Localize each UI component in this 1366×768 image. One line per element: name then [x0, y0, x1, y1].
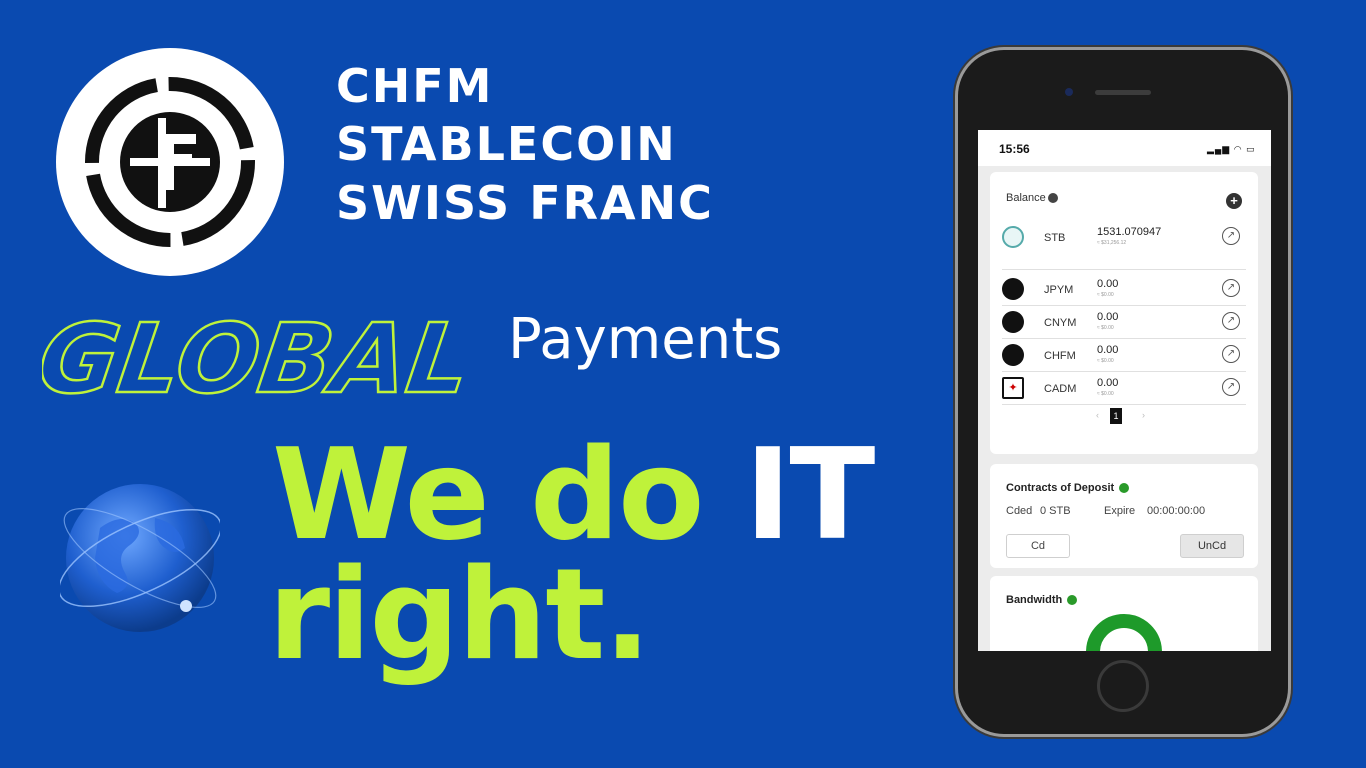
- token-fiat: ≈ $0.00: [1097, 292, 1114, 298]
- stb-coin-icon: [1002, 226, 1024, 248]
- expire-label: Expire: [1104, 505, 1136, 517]
- right-text: right.: [268, 541, 651, 688]
- it-text: IT: [744, 421, 875, 568]
- transfer-icon[interactable]: ↗: [1222, 279, 1240, 297]
- current-page[interactable]: 1: [1110, 408, 1122, 424]
- status-bar: 15:56 ▂▄▆ ◠ ▭: [978, 130, 1271, 166]
- token-symbol: CNYM: [1044, 317, 1077, 329]
- signal-wifi-battery-icons: ▂▄▆ ◠ ▭: [1207, 144, 1256, 154]
- next-page-icon[interactable]: ›: [1142, 410, 1145, 420]
- bandwidth-donut-chart: 600: [1086, 614, 1162, 651]
- token-row-jpym[interactable]: JPYM 0.00 ≈ $0.00 ↗: [1002, 274, 1250, 306]
- speaker-grille: [1095, 90, 1151, 95]
- transfer-icon[interactable]: ↗: [1222, 378, 1240, 396]
- brand-line-1: CHFM: [336, 59, 494, 113]
- token-row-stb[interactable]: STB 1531.070947 ≈ $31,256.12 ↗: [1002, 222, 1250, 254]
- jpym-coin-icon: [1002, 278, 1024, 300]
- cded-label: Cded: [1006, 505, 1033, 517]
- token-amount: 0.00: [1097, 377, 1119, 389]
- divider: [1002, 404, 1246, 405]
- token-amount: 0.00: [1097, 278, 1119, 290]
- global-heading: GLOBAL: [42, 301, 479, 410]
- divider: [1002, 338, 1246, 339]
- token-symbol: STB: [1044, 232, 1066, 244]
- brand-line-2: STABLECOIN: [336, 117, 677, 171]
- we-do-heading: We do IT: [272, 432, 875, 558]
- deposit-card: Contracts of Deposit Cded 0 STB Expire 0…: [990, 464, 1258, 568]
- cd-button[interactable]: Cd: [1006, 534, 1070, 558]
- cadm-coin-icon: ✦: [1002, 377, 1024, 399]
- add-token-button[interactable]: +: [1226, 193, 1242, 209]
- global-text: GLOBAL: [42, 302, 478, 410]
- camera-icon: [1065, 88, 1073, 96]
- divider: [1002, 371, 1246, 372]
- balance-card: Balance + STB 1531.070947 ≈ $31,256.12 ↗…: [990, 172, 1258, 454]
- home-button[interactable]: [1097, 660, 1149, 712]
- app-screen: 15:56 ▂▄▆ ◠ ▭ Balance + STB 1531.070947 …: [978, 130, 1271, 651]
- token-symbol: JPYM: [1044, 284, 1074, 296]
- transfer-icon[interactable]: ↗: [1222, 312, 1240, 330]
- cnym-coin-icon: [1002, 311, 1024, 333]
- transfer-icon[interactable]: ↗: [1222, 345, 1240, 363]
- token-row-chfm[interactable]: CHFM 0.00 ≈ $0.00 ↗: [1002, 340, 1250, 372]
- balance-title: Balance: [1006, 192, 1058, 204]
- payments-text: Payments: [508, 307, 783, 372]
- cded-value: 0 STB: [1040, 505, 1071, 517]
- status-time: 15:56: [999, 142, 1030, 156]
- token-row-cadm[interactable]: ✦ CADM 0.00 ≈ $0.00 ↗: [1002, 373, 1250, 405]
- token-fiat: ≈ $0.00: [1097, 325, 1114, 331]
- expire-value: 00:00:00:00: [1147, 505, 1206, 517]
- deposit-title: Contracts of Deposit: [1006, 482, 1130, 494]
- verified-check-icon: [1119, 483, 1130, 494]
- bandwidth-title-text: Bandwidth: [1006, 594, 1063, 606]
- verified-check-icon: [1067, 595, 1078, 606]
- transfer-icon[interactable]: ↗: [1222, 227, 1240, 245]
- token-fiat: ≈ $0.00: [1097, 358, 1114, 364]
- phone-mockup: 15:56 ▂▄▆ ◠ ▭ Balance + STB 1531.070947 …: [958, 50, 1288, 734]
- token-amount: 0.00: [1097, 311, 1119, 323]
- bandwidth-title: Bandwidth: [1006, 594, 1078, 606]
- token-row-cnym[interactable]: CNYM 0.00 ≈ $0.00 ↗: [1002, 307, 1250, 339]
- balance-title-text: Balance: [1006, 192, 1046, 204]
- token-symbol: CADM: [1044, 383, 1077, 395]
- divider: [1002, 305, 1246, 306]
- token-fiat: ≈ $0.00: [1097, 391, 1114, 397]
- chfm-logo: [56, 48, 284, 276]
- chfm-logo-icon: [85, 77, 255, 247]
- token-amount: 0.00: [1097, 344, 1119, 356]
- prev-page-icon[interactable]: ‹: [1096, 410, 1099, 420]
- verified-check-icon: [1047, 193, 1058, 204]
- divider: [1002, 269, 1246, 270]
- bandwidth-card: Bandwidth 600: [990, 576, 1258, 651]
- token-symbol: CHFM: [1044, 350, 1076, 362]
- token-fiat: ≈ $31,256.12: [1097, 240, 1127, 246]
- brand-line-3: SWISS FRANC: [336, 176, 714, 230]
- token-amount: 1531.070947: [1097, 226, 1162, 238]
- chfm-coin-icon: [1002, 344, 1024, 366]
- globe-icon: [60, 484, 220, 632]
- deposit-title-text: Contracts of Deposit: [1006, 482, 1115, 494]
- uncd-button[interactable]: UnCd: [1180, 534, 1244, 558]
